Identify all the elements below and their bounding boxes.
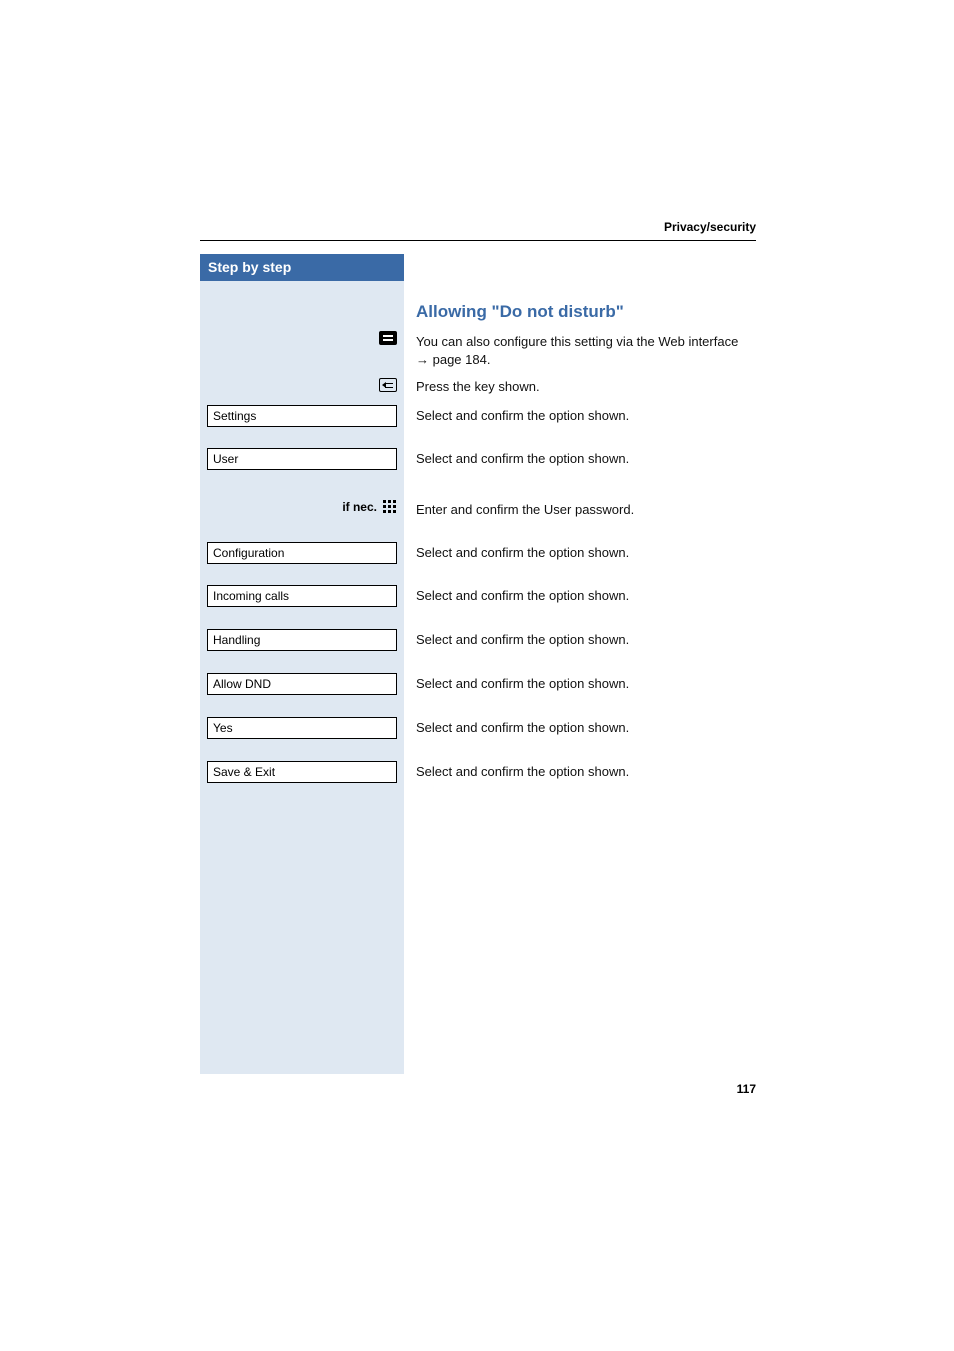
section-title: Allowing "Do not disturb"	[416, 302, 624, 322]
arrow-icon: →	[416, 352, 429, 367]
text-web-line2-rest: page 184.	[429, 352, 490, 367]
text-select-6: Select and confirm the option shown.	[416, 675, 629, 693]
menu-incoming-calls[interactable]: Incoming calls	[207, 585, 397, 607]
page-number: 117	[737, 1082, 756, 1096]
header-rule	[200, 240, 756, 241]
text-select-7: Select and confirm the option shown.	[416, 719, 629, 737]
text-enter-password: Enter and confirm the User password.	[416, 501, 634, 519]
label-ifnec: if nec.	[342, 500, 377, 514]
menu-configuration[interactable]: Configuration	[207, 542, 397, 564]
header-section-label: Privacy/security	[664, 220, 756, 234]
text-select-2: Select and confirm the option shown.	[416, 450, 629, 468]
menu-user[interactable]: User	[207, 448, 397, 470]
list-menu-icon	[379, 331, 397, 345]
menu-save-exit[interactable]: Save & Exit	[207, 761, 397, 783]
menu-settings[interactable]: Settings	[207, 405, 397, 427]
text-select-4: Select and confirm the option shown.	[416, 587, 629, 605]
text-select-8: Select and confirm the option shown.	[416, 763, 629, 781]
text-web-interface: You can also configure this setting via …	[416, 333, 738, 368]
text-select-1: Select and confirm the option shown.	[416, 407, 629, 425]
text-press-key: Press the key shown.	[416, 378, 540, 396]
sidebar-title: Step by step	[200, 254, 404, 281]
text-select-3: Select and confirm the option shown.	[416, 544, 629, 562]
menu-allow-dnd[interactable]: Allow DND	[207, 673, 397, 695]
text-web-line1: You can also configure this setting via …	[416, 334, 738, 349]
menu-yes[interactable]: Yes	[207, 717, 397, 739]
page: { "header": { "section_label": "Privacy/…	[0, 0, 954, 1351]
menu-handling[interactable]: Handling	[207, 629, 397, 651]
keypad-icon	[383, 500, 397, 514]
text-select-5: Select and confirm the option shown.	[416, 631, 629, 649]
sidebar: Step by step Settings User if nec.	[200, 254, 404, 1074]
menu-arrow-icon	[379, 378, 397, 392]
